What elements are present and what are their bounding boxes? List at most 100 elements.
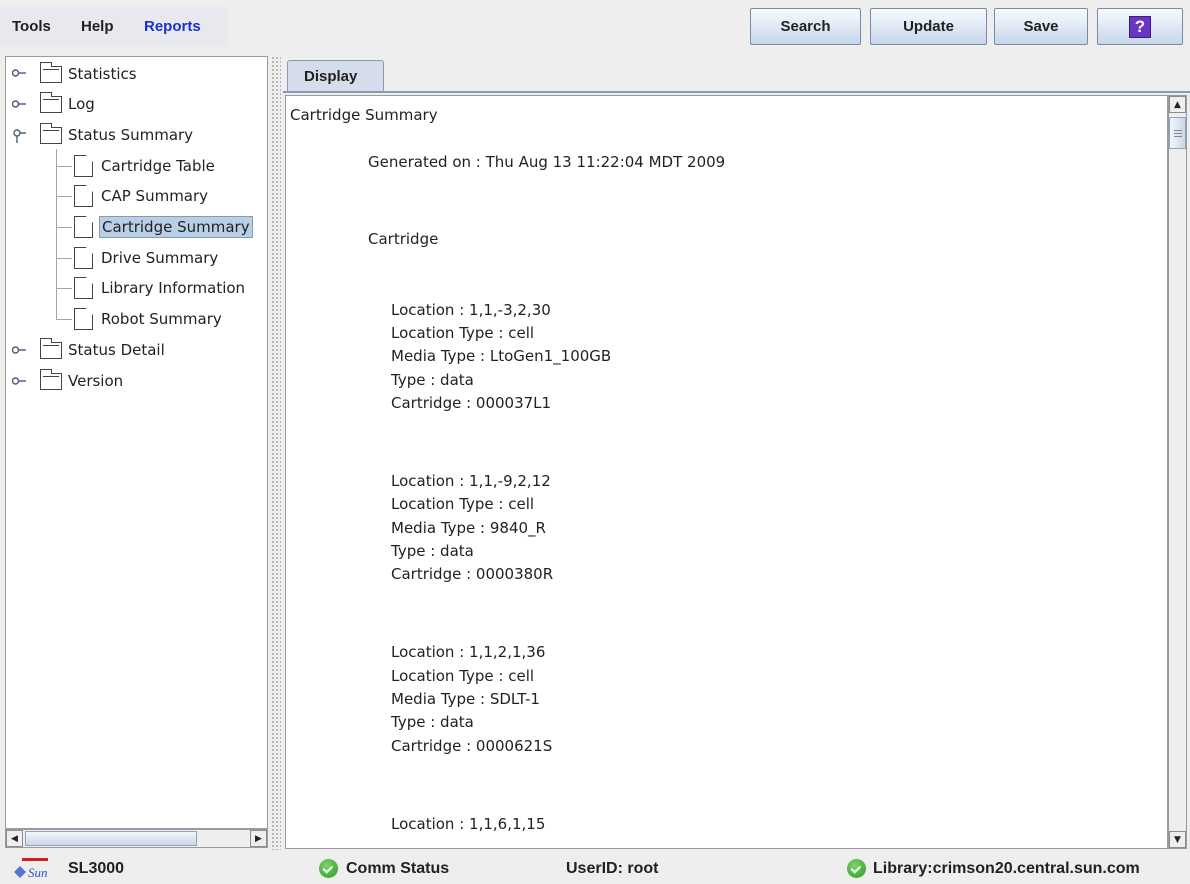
help-icon: ? bbox=[1129, 15, 1151, 38]
search-button[interactable]: Search bbox=[750, 8, 861, 45]
collapsed-handle-icon[interactable] bbox=[12, 99, 26, 109]
folder-icon bbox=[40, 61, 62, 83]
report-title: Cartridge Summary bbox=[290, 106, 438, 124]
collapsed-handle-icon[interactable] bbox=[12, 376, 26, 386]
folder-icon bbox=[40, 122, 62, 144]
entry-media-type: Media Type : LtoGen1_100GB bbox=[391, 347, 612, 365]
expanded-handle-icon[interactable] bbox=[12, 129, 26, 143]
document-icon bbox=[74, 247, 93, 269]
tree-horizontal-scrollbar[interactable]: ◀ ▶ bbox=[5, 829, 268, 848]
folder-icon bbox=[40, 337, 62, 359]
tree-connector bbox=[56, 258, 72, 259]
entry-location: Location : 1,1,-9,2,12 bbox=[391, 472, 551, 490]
tree-node-label: Library Information bbox=[101, 279, 246, 297]
tree-node-label: Drive Summary bbox=[101, 249, 219, 267]
tree-node-label: Robot Summary bbox=[101, 310, 222, 328]
menu-reports[interactable]: Reports bbox=[144, 18, 201, 35]
entry-type: Type : data bbox=[391, 542, 474, 560]
navigation-tree[interactable]: Statistics Log Status Summary Cartridge … bbox=[5, 56, 268, 829]
tree-connector bbox=[56, 288, 72, 289]
tree-node-label: Status Summary bbox=[68, 126, 194, 144]
entry-cartridge: Cartridge : 000037L1 bbox=[391, 394, 552, 412]
tab-display-label: Display bbox=[304, 68, 358, 85]
tree-connector bbox=[56, 166, 72, 167]
entry-media-type: Media Type : 9840_R bbox=[391, 519, 546, 537]
update-button[interactable]: Update bbox=[870, 8, 987, 45]
library-label: Library:crimson20.central.sun.com bbox=[873, 860, 1140, 877]
save-button-label: Save bbox=[1023, 18, 1059, 35]
tree-node-label: Cartridge Summary bbox=[99, 216, 253, 238]
scroll-left-button[interactable]: ◀ bbox=[6, 830, 23, 847]
tree-node-log[interactable]: Log bbox=[40, 91, 97, 117]
entry-cartridge: Cartridge : 0000621S bbox=[391, 737, 553, 755]
tree-node-cap-summary[interactable]: CAP Summary bbox=[74, 183, 210, 209]
pane-splitter[interactable] bbox=[271, 56, 281, 850]
tree-node-cartridge-summary[interactable]: Cartridge Summary bbox=[74, 214, 253, 240]
report-display[interactable]: Cartridge Summary Generated on : Thu Aug… bbox=[285, 95, 1168, 849]
tree-node-drive-summary[interactable]: Drive Summary bbox=[74, 245, 220, 271]
product-name: SL3000 bbox=[68, 860, 125, 877]
folder-icon bbox=[40, 91, 62, 113]
folder-icon bbox=[40, 368, 62, 390]
tree-node-label: Version bbox=[68, 372, 124, 390]
grip-icon bbox=[1173, 129, 1182, 137]
comm-status-ok-icon bbox=[319, 859, 338, 878]
tree-node-robot-summary[interactable]: Robot Summary bbox=[74, 306, 224, 332]
tree-connector bbox=[56, 227, 72, 228]
search-button-label: Search bbox=[780, 18, 831, 35]
tree-node-label: CAP Summary bbox=[101, 187, 209, 205]
tree-node-status-summary[interactable]: Status Summary bbox=[40, 122, 195, 148]
tree-node-library-information[interactable]: Library Information bbox=[74, 275, 247, 301]
scroll-up-button[interactable]: ▲ bbox=[1169, 96, 1186, 113]
entry-cartridge: Cartridge : 0000380R bbox=[391, 565, 554, 583]
report-vertical-scrollbar[interactable]: ▲ ▼ bbox=[1168, 95, 1187, 849]
entry-location: Location : 1,1,-3,2,30 bbox=[391, 301, 551, 319]
document-icon bbox=[74, 155, 93, 177]
entry-location: Location : 1,1,2,1,36 bbox=[391, 643, 546, 661]
menu-bar: Tools Help Reports bbox=[0, 7, 228, 47]
scrollbar-thumb[interactable] bbox=[1169, 117, 1186, 149]
document-icon bbox=[74, 277, 93, 299]
scroll-right-button[interactable]: ▶ bbox=[250, 830, 267, 847]
entry-location-type: Location Type : cell bbox=[391, 324, 535, 342]
document-icon bbox=[74, 308, 93, 330]
tree-node-label: Statistics bbox=[68, 65, 137, 83]
collapsed-handle-icon[interactable] bbox=[12, 345, 26, 355]
library-status-ok-icon bbox=[847, 859, 866, 878]
entry-location-type: Location Type : cell bbox=[391, 667, 535, 685]
tab-divider bbox=[283, 91, 1190, 93]
entry-type: Type : data bbox=[391, 713, 474, 731]
user-id-label: UserID: root bbox=[566, 860, 659, 877]
tree-node-label: Status Detail bbox=[68, 341, 165, 359]
tree-node-status-detail[interactable]: Status Detail bbox=[40, 337, 167, 363]
menu-help[interactable]: Help bbox=[81, 18, 114, 35]
tree-connector bbox=[56, 196, 72, 197]
comm-status-label[interactable]: Comm Status bbox=[346, 860, 449, 878]
entry-type: Type : data bbox=[391, 371, 474, 389]
scroll-down-button[interactable]: ▼ bbox=[1169, 831, 1186, 848]
status-bar: Sun SL3000 Comm Status UserID: root Libr… bbox=[0, 854, 1190, 884]
collapsed-handle-icon[interactable] bbox=[12, 68, 26, 78]
top-bar: Tools Help Reports Search Update Save ? bbox=[0, 0, 1190, 56]
document-icon bbox=[74, 216, 93, 238]
tab-display[interactable]: Display bbox=[287, 60, 384, 92]
sun-logo-icon: Sun bbox=[14, 858, 48, 880]
entry-location: Location : 1,1,6,1,15 bbox=[391, 815, 546, 833]
entry-media-type: Media Type : SDLT-1 bbox=[391, 690, 540, 708]
help-button[interactable]: ? bbox=[1097, 8, 1183, 45]
arrow-up-icon: ▲ bbox=[1174, 99, 1181, 110]
report-section-heading: Cartridge bbox=[368, 230, 439, 248]
scrollbar-thumb[interactable] bbox=[25, 831, 197, 846]
save-button[interactable]: Save bbox=[994, 8, 1088, 45]
sun-logo-text: Sun bbox=[28, 865, 48, 880]
tree-node-statistics[interactable]: Statistics bbox=[40, 61, 139, 87]
menu-tools[interactable]: Tools bbox=[12, 18, 51, 35]
update-button-label: Update bbox=[903, 18, 954, 35]
document-icon bbox=[74, 185, 93, 207]
tree-node-version[interactable]: Version bbox=[40, 368, 125, 394]
tree-node-cartridge-table[interactable]: Cartridge Table bbox=[74, 153, 217, 179]
tree-connector bbox=[56, 319, 72, 320]
tree-connector bbox=[56, 149, 57, 319]
tree-node-label: Cartridge Table bbox=[101, 157, 215, 175]
tree-node-label: Log bbox=[68, 95, 95, 113]
